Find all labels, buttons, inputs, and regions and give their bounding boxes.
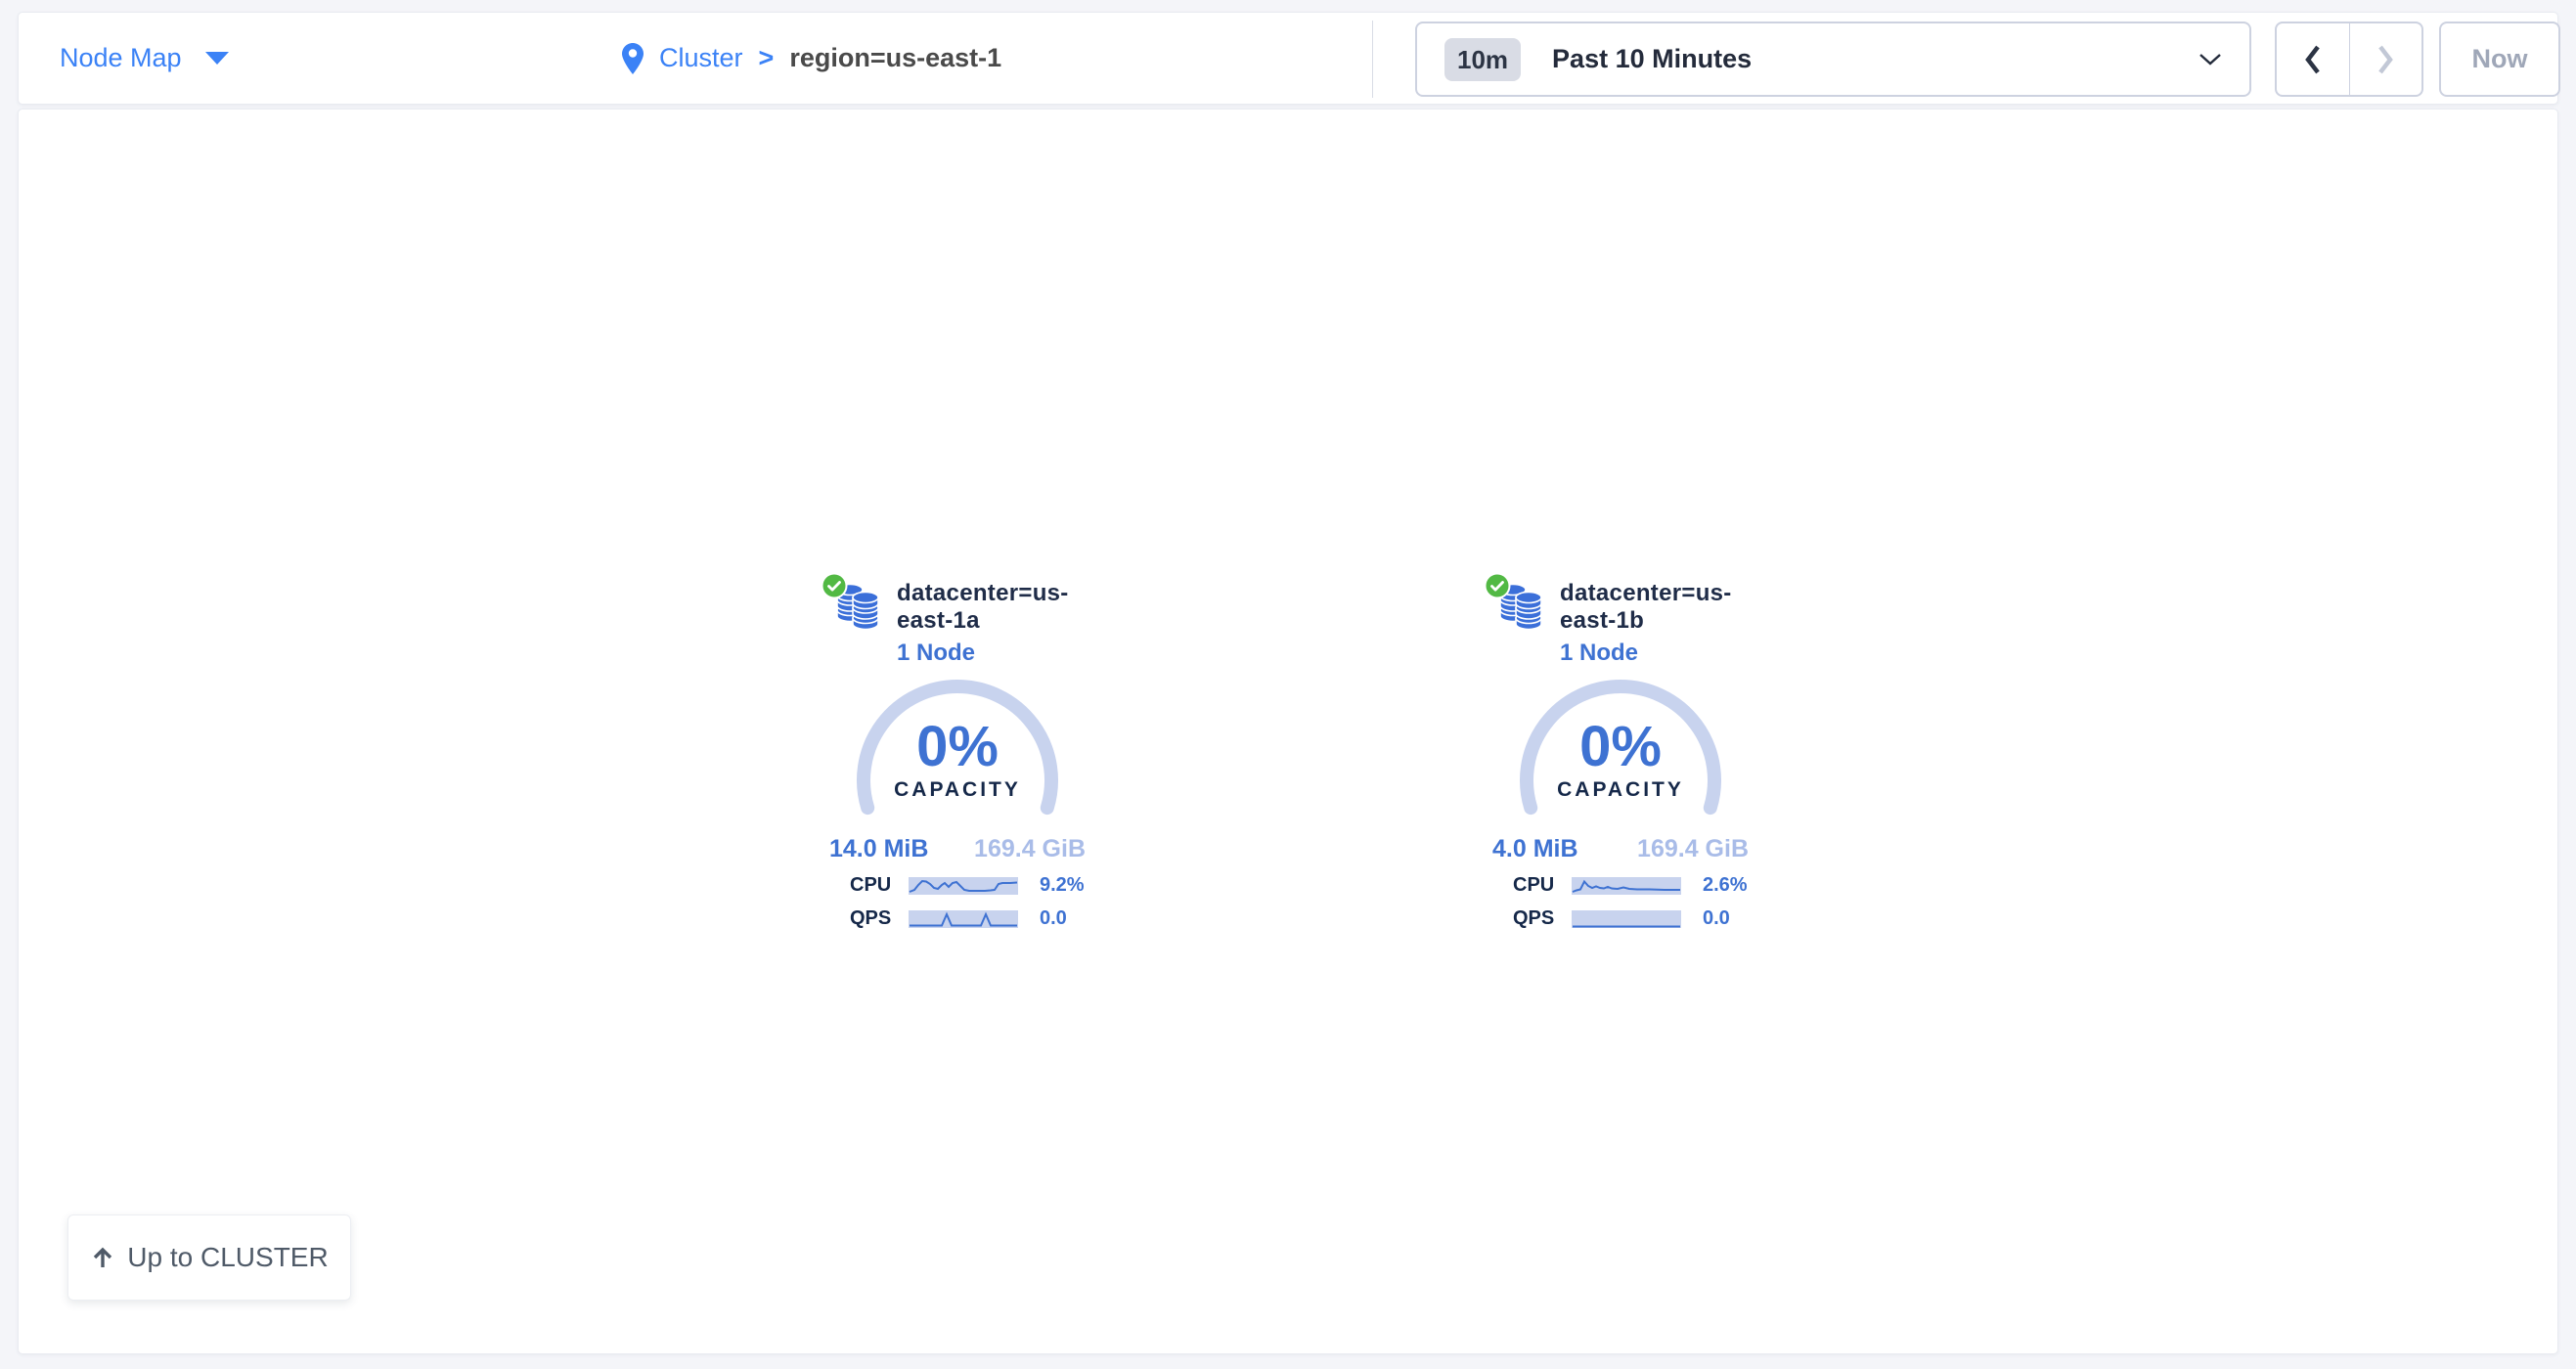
view-selector-label: Node Map [60,43,182,73]
capacity-percent: 0% [1513,714,1728,779]
capacity-label: CAPACITY [850,778,1065,802]
up-to-cluster-label: Up to CLUSTER [127,1242,328,1273]
breadcrumb-cluster-link[interactable]: Cluster [659,43,743,73]
datacenter-name: datacenter=us-east-1a [897,580,1094,635]
now-button-label: Now [2472,44,2528,74]
capacity-range: 4.0 MiB 169.4 GiB [1492,835,1749,863]
chevron-down-icon [2198,53,2222,66]
chevron-right-icon [2376,44,2395,75]
datacenter-icon-group [821,566,881,633]
qps-value: 0.0 [1683,907,1757,930]
breadcrumb: Cluster > region=us-east-1 [622,13,1001,104]
node-map-page: { "header": { "view_selector": { "label"… [0,0,2576,1369]
cpu-value: 2.6% [1683,874,1757,897]
node-map-canvas: datacenter=us-east-1a 1 Node 0% CAPACITY… [18,109,2558,1354]
arrow-up-icon [90,1245,115,1270]
cpu-metric-row: CPU 2.6% [1484,874,1757,897]
datacenter-name: datacenter=us-east-1b [1560,580,1757,635]
capacity-percent: 0% [850,714,1065,779]
capacity-total: 169.4 GiB [1637,835,1749,863]
capacity-gauge: 0% CAPACITY [1513,677,1728,825]
breadcrumb-separator: > [759,43,775,73]
qps-metric-row: QPS 0.0 [821,907,1094,930]
now-button[interactable]: Now [2439,22,2560,97]
view-selector-dropdown[interactable]: Node Map [60,13,229,104]
time-range-label: Past 10 Minutes [1552,44,1752,74]
check-circle-icon [1484,572,1511,599]
time-back-button[interactable] [2277,23,2350,95]
datacenter-header: datacenter=us-east-1b 1 Node [1484,566,1757,667]
capacity-total: 169.4 GiB [974,835,1086,863]
datacenter-card-us-east-1b[interactable]: datacenter=us-east-1b 1 Node 0% CAPACITY… [1484,566,1757,930]
chevron-left-icon [2303,44,2323,75]
top-bar: Node Map Cluster > region=us-east-1 10m … [18,12,2558,105]
datacenter-titles: datacenter=us-east-1b 1 Node [1560,566,1757,667]
topbar-divider [1372,21,1373,98]
qps-sparkline [909,910,1018,928]
cpu-label: CPU [850,874,909,897]
time-nav-group [2275,22,2423,97]
qps-label: QPS [850,907,909,930]
qps-sparkline [1572,910,1681,928]
capacity-used: 4.0 MiB [1492,835,1578,863]
datacenter-icon-group [1484,566,1544,633]
cpu-metric-row: CPU 9.2% [821,874,1094,897]
capacity-used: 14.0 MiB [829,835,928,863]
datacenter-node-count[interactable]: 1 Node [897,640,1094,667]
datacenter-node-count[interactable]: 1 Node [1560,640,1757,667]
cpu-sparkline [909,877,1018,895]
breadcrumb-current: region=us-east-1 [789,43,1001,73]
capacity-range: 14.0 MiB 169.4 GiB [829,835,1086,863]
datacenter-titles: datacenter=us-east-1a 1 Node [897,566,1094,667]
cpu-value: 9.2% [1020,874,1094,897]
time-range-dropdown[interactable]: 10m Past 10 Minutes [1415,22,2251,97]
time-range-badge: 10m [1444,38,1521,81]
cpu-sparkline [1572,877,1681,895]
location-pin-icon [622,43,644,74]
caret-down-icon [205,52,229,65]
cpu-label: CPU [1513,874,1572,897]
capacity-label: CAPACITY [1513,778,1728,802]
capacity-gauge: 0% CAPACITY [850,677,1065,825]
time-forward-button[interactable] [2350,23,2422,95]
datacenter-header: datacenter=us-east-1a 1 Node [821,566,1094,667]
check-circle-icon [821,572,848,599]
qps-label: QPS [1513,907,1572,930]
datacenter-card-us-east-1a[interactable]: datacenter=us-east-1a 1 Node 0% CAPACITY… [821,566,1094,930]
qps-value: 0.0 [1020,907,1094,930]
qps-metric-row: QPS 0.0 [1484,907,1757,930]
up-to-cluster-button[interactable]: Up to CLUSTER [67,1214,351,1301]
